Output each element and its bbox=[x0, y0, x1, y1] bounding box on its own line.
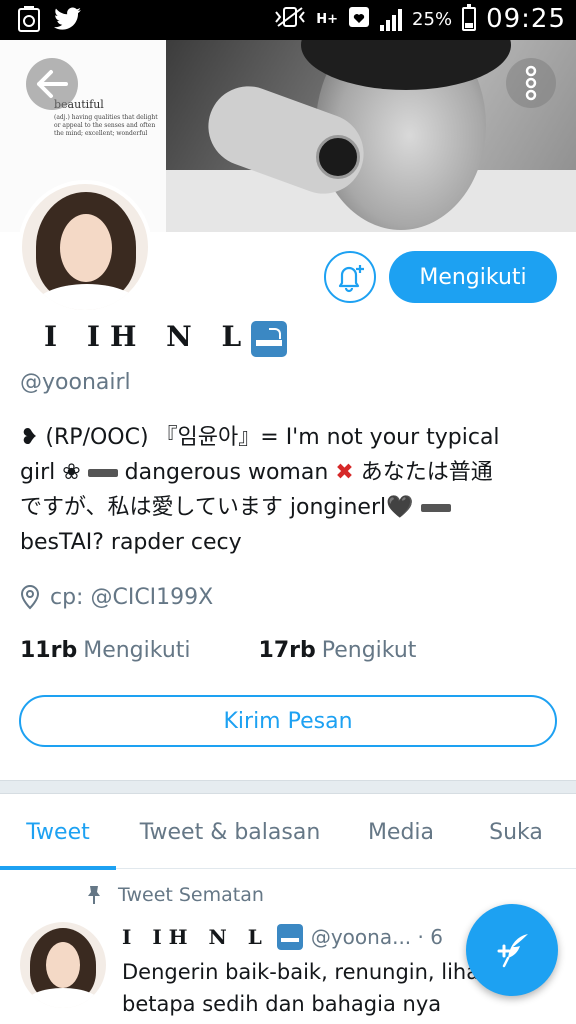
followers-stat[interactable]: 17rb Pengikut bbox=[259, 638, 417, 663]
dash-emoji-icon bbox=[87, 469, 118, 477]
following-label: Mengikuti bbox=[83, 638, 191, 663]
pin-icon bbox=[88, 886, 100, 904]
section-divider bbox=[0, 780, 576, 794]
tab-tweet-replies[interactable]: Tweet & balasan bbox=[120, 795, 340, 869]
tab-likes[interactable]: Suka bbox=[466, 795, 566, 869]
compose-tweet-button[interactable] bbox=[466, 904, 558, 996]
tab-media[interactable]: Media bbox=[346, 795, 456, 869]
bio-line-4: besTAI? rapder cecy bbox=[20, 530, 242, 555]
heart-box-icon bbox=[348, 6, 370, 32]
profile-bio: ❥ (RP/OOC) 『임윤아』= I'm not your typical g… bbox=[20, 420, 556, 560]
send-message-button[interactable]: Kirim Pesan bbox=[19, 695, 557, 747]
following-stat[interactable]: 11rb Mengikuti bbox=[20, 638, 191, 663]
profile-location: cp: @CICI199X bbox=[20, 584, 213, 610]
tab-tweet[interactable]: Tweet bbox=[0, 795, 116, 869]
active-tab-indicator bbox=[0, 866, 116, 870]
profile-tabs: Tweet Tweet & balasan Media Suka bbox=[0, 795, 576, 869]
profile-handle: @yoonairl bbox=[20, 370, 131, 395]
pinned-tweet-text: Tweet Sematan bbox=[118, 884, 264, 906]
followers-count: 17rb bbox=[258, 638, 316, 663]
no-smoking-emoji-icon bbox=[251, 321, 287, 357]
arrow-left-icon bbox=[37, 70, 68, 98]
bio-line-3: ですが、私は愛しています jonginerl🖤 bbox=[20, 490, 556, 525]
tweet-header: I IH N L @yoona... · 6 bbox=[122, 924, 443, 950]
tweet-author-handle: @yoona... · 6 bbox=[310, 925, 443, 949]
dash-emoji-icon bbox=[420, 504, 451, 512]
bio-line-3-text: ですが、私は愛しています jonginerl🖤 bbox=[20, 495, 421, 520]
following-count: 11rb bbox=[20, 638, 78, 663]
status-bar-right: H+ 25% 09:25 bbox=[274, 4, 566, 34]
location-text: cp: @CICI199X bbox=[50, 584, 214, 610]
tweet-avatar[interactable] bbox=[20, 922, 106, 1008]
compose-feather-icon bbox=[497, 934, 528, 968]
more-vertical-icon bbox=[525, 65, 537, 101]
bell-plus-icon bbox=[338, 265, 364, 293]
location-pin-icon bbox=[20, 585, 40, 610]
more-options-button[interactable] bbox=[506, 58, 556, 108]
network-type: H+ bbox=[316, 11, 339, 27]
following-button[interactable]: Mengikuti bbox=[389, 251, 557, 303]
no-smoking-emoji-icon bbox=[276, 924, 303, 950]
display-name: I IH N L bbox=[44, 320, 252, 353]
pinned-tweet-label: Tweet Sematan bbox=[86, 884, 264, 906]
signal-strength-icon bbox=[380, 7, 403, 31]
notification-bell-button[interactable] bbox=[324, 251, 376, 303]
bio-line-2-c: あなたは普通 bbox=[353, 460, 493, 485]
wristwatch-graphic bbox=[316, 135, 360, 179]
bio-line-2-b: dangerous woman bbox=[117, 460, 336, 485]
header-quote-definition: (adj.) having qualities that delight or … bbox=[54, 114, 158, 137]
followers-label: Pengikut bbox=[321, 638, 417, 663]
status-bar-left bbox=[18, 6, 82, 36]
bio-line-1: ❥ (RP/OOC) 『임윤아』= I'm not your typical bbox=[20, 425, 500, 450]
battery-percent: 25% bbox=[412, 8, 453, 30]
bio-line-2: girl ❀ dangerous woman ✖ あなたは普通 bbox=[20, 455, 556, 490]
recycle-notification-icon bbox=[18, 6, 40, 36]
status-bar: H+ 25% 09:25 bbox=[0, 0, 576, 40]
twitter-bird-icon bbox=[54, 7, 82, 35]
clock: 09:25 bbox=[486, 4, 566, 34]
profile-avatar[interactable] bbox=[18, 180, 152, 314]
tweet-author-name: I IH N L bbox=[122, 925, 269, 949]
battery-icon bbox=[462, 4, 477, 31]
bio-line-2-a: girl ❀ bbox=[20, 460, 88, 485]
back-button[interactable] bbox=[26, 58, 78, 110]
follow-stats: 11rb Mengikuti 17rb Pengikut bbox=[20, 638, 416, 663]
cross-mark-icon: ✖ bbox=[335, 460, 354, 485]
vibrate-mute-icon bbox=[274, 6, 306, 32]
